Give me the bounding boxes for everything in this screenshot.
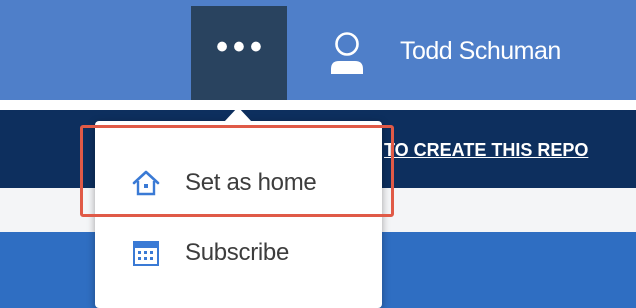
- menu-caret: [224, 107, 252, 122]
- set-as-home-menu-item[interactable]: Set as home: [95, 147, 382, 219]
- subscribe-menu-item[interactable]: Subscribe: [95, 217, 382, 289]
- more-options-menu: Set as home Subscribe: [95, 121, 382, 308]
- top-navigation-bar: ••• Todd Schuman: [0, 0, 636, 100]
- home-icon: [132, 170, 160, 196]
- more-dots-icon: •••: [216, 28, 267, 66]
- user-icon[interactable]: [328, 31, 366, 77]
- user-name[interactable]: Todd Schuman: [400, 37, 561, 66]
- calendar-icon: [133, 241, 159, 266]
- more-options-button[interactable]: •••: [191, 6, 287, 100]
- subscribe-label: Subscribe: [185, 239, 290, 266]
- create-report-link[interactable]: TO CREATE THIS REPO: [384, 140, 588, 161]
- set-as-home-label: Set as home: [185, 169, 317, 196]
